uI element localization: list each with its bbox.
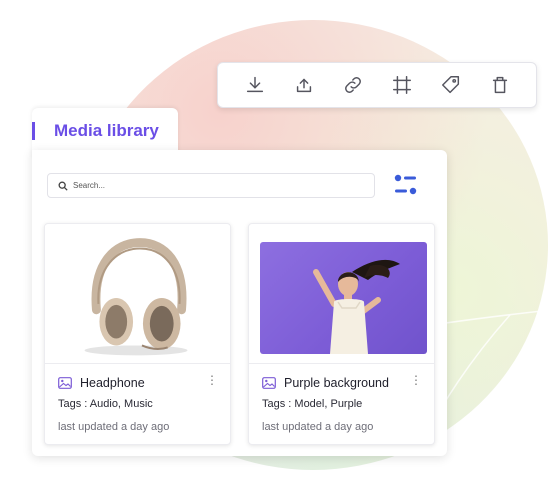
filter-icon[interactable] (392, 172, 420, 198)
image-icon (262, 377, 276, 389)
image-icon (58, 377, 72, 389)
crop-icon (392, 76, 411, 94)
media-card-headphone[interactable]: Headphone ⋮ Tags : Audio, Music last upd… (44, 223, 231, 445)
model-figure (313, 259, 400, 354)
card-updated: last updated a day ago (262, 421, 374, 433)
tag-icon (441, 76, 459, 94)
copy-link-button[interactable] (339, 71, 367, 99)
tab-label: Media library (54, 121, 159, 140)
media-card-purple-background[interactable]: Purple background ⋮ Tags : Model, Purple… (248, 223, 435, 445)
purple-background-thumbnail (260, 242, 427, 354)
delete-button[interactable] (486, 71, 514, 99)
search-icon (58, 181, 68, 191)
search-input[interactable] (73, 181, 363, 190)
card-tags: Tags : Audio, Music (58, 398, 153, 410)
card-divider (45, 363, 230, 364)
trash-icon (492, 76, 507, 94)
crop-button[interactable] (388, 71, 416, 99)
card-tags: Tags : Model, Purple (262, 398, 363, 410)
more-options-button[interactable]: ⋮ (410, 374, 422, 386)
more-options-button[interactable]: ⋮ (206, 374, 218, 386)
media-action-toolbar (217, 62, 537, 108)
upload-button[interactable] (290, 71, 318, 99)
tag-button[interactable] (437, 71, 465, 99)
search-bar[interactable] (47, 173, 375, 198)
link-icon (344, 77, 361, 93)
download-button[interactable] (241, 71, 269, 99)
headphone-thumbnail (45, 224, 230, 363)
media-library-panel: Headphone ⋮ Tags : Audio, Music last upd… (32, 150, 447, 456)
card-divider (249, 363, 434, 364)
download-icon (246, 76, 263, 93)
upload-icon (296, 78, 311, 93)
card-updated: last updated a day ago (58, 421, 170, 433)
tab-accent-bar (32, 122, 35, 140)
card-title[interactable]: Headphone (80, 376, 145, 390)
card-title[interactable]: Purple background (284, 376, 389, 390)
